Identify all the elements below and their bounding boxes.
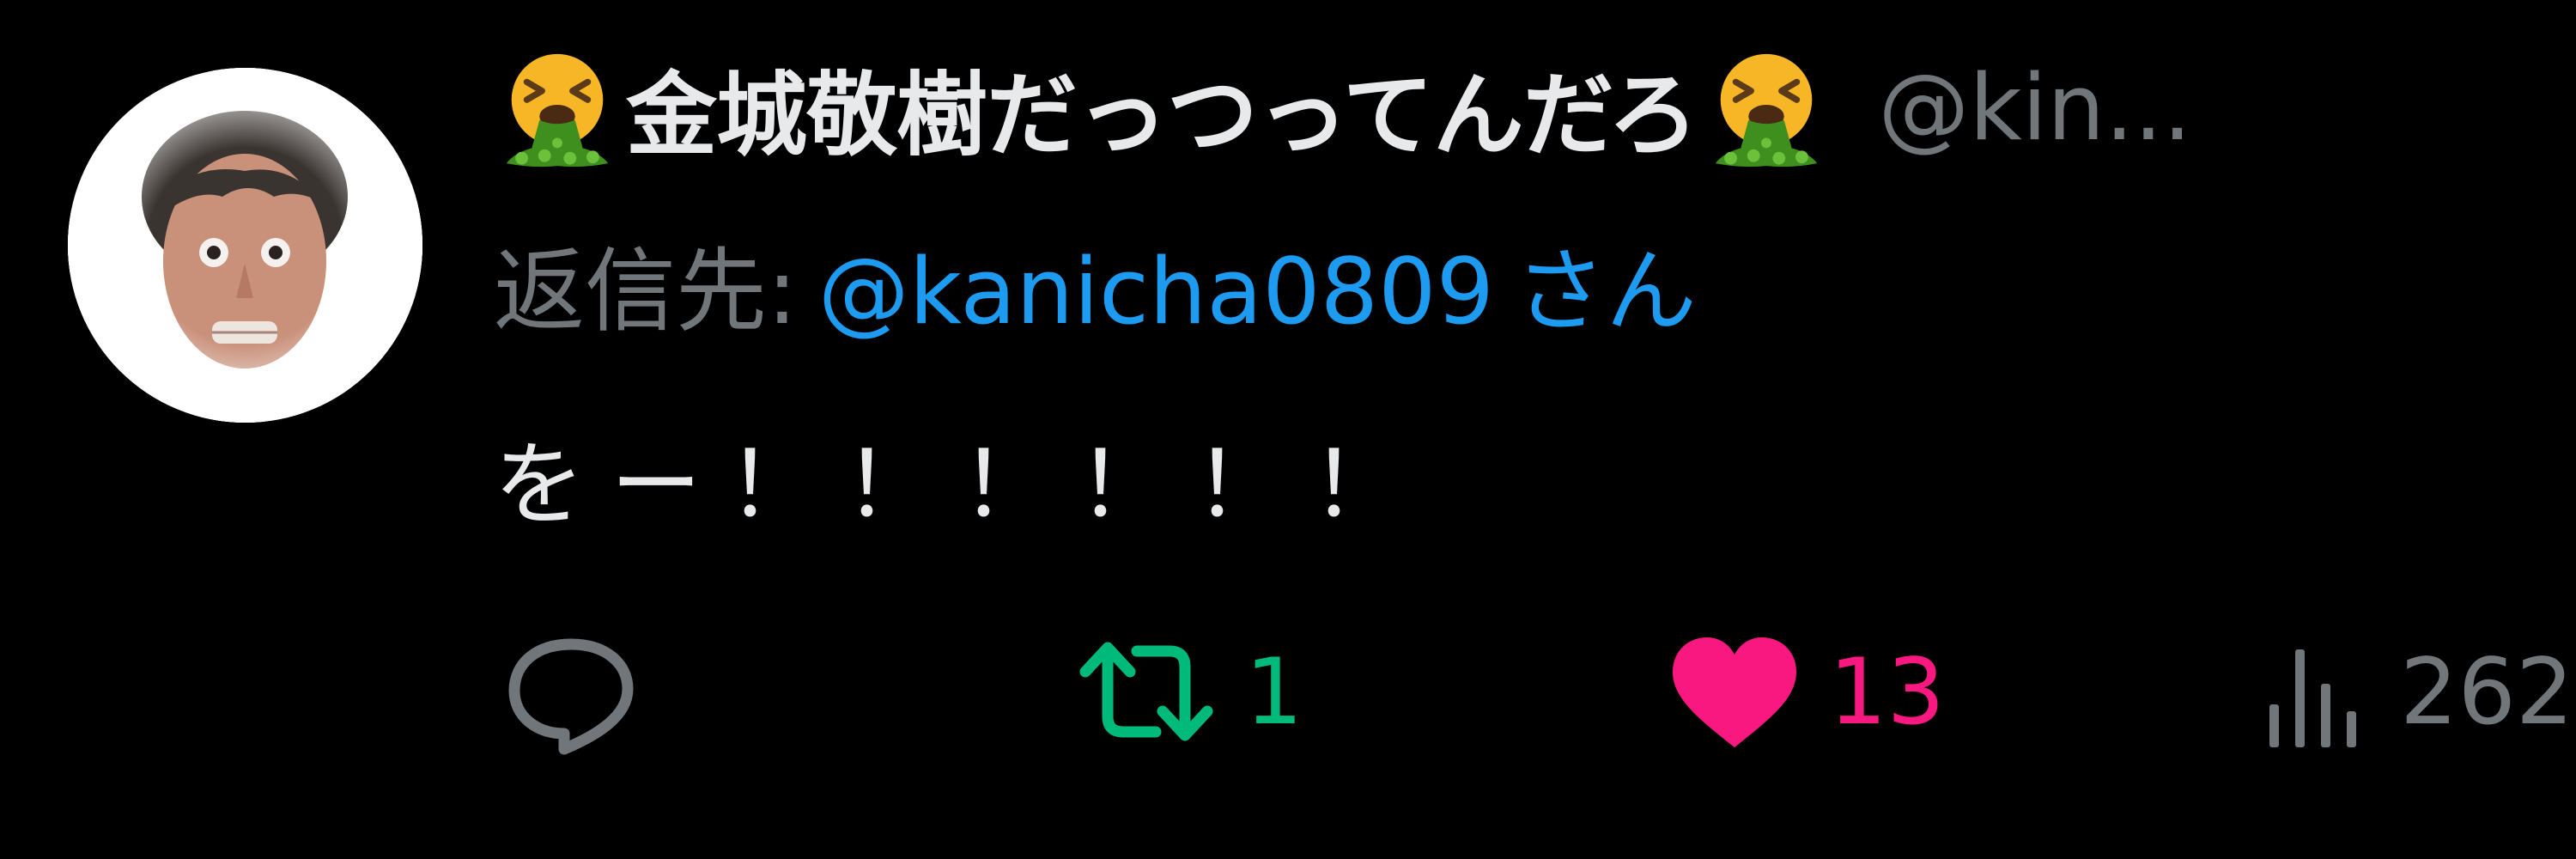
avatar[interactable] <box>68 68 422 423</box>
reply-button[interactable] <box>502 627 665 756</box>
like-button[interactable]: 13 <box>1666 627 1945 756</box>
face-vomiting-icon <box>1703 44 1830 171</box>
retweet-count: 1 <box>1245 638 1303 745</box>
user-handle[interactable]: @kin... <box>1878 55 2191 161</box>
views-count: 262 <box>2400 638 2574 745</box>
reply-suffix[interactable]: さん <box>1515 239 1697 344</box>
tweet-content: 金城敬樹だっつってんだろ @kin... 返信先: @kanicha0809 さ… <box>494 0 2576 859</box>
like-count: 13 <box>1829 638 1945 745</box>
views-button[interactable]: 262 <box>2254 627 2573 756</box>
retweet-icon <box>1079 642 1213 741</box>
reply-prefix: 返信先: <box>494 239 798 344</box>
tweet[interactable]: 金城敬樹だっつってんだろ @kin... 返信先: @kanicha0809 さ… <box>0 0 2576 859</box>
views-chart-icon <box>2269 649 2356 747</box>
tweet-header: 金城敬樹だっつってんだろ @kin... <box>494 34 2191 180</box>
reply-icon <box>508 638 634 755</box>
display-name[interactable]: 金城敬樹だっつってんだろ <box>626 41 1698 174</box>
retweet-button[interactable]: 1 <box>1073 627 1303 756</box>
reply-to-link[interactable]: @kanicha0809 <box>818 239 1494 344</box>
tweet-text: をー！！！！！！ <box>494 432 1428 538</box>
action-bar: 1 13 262 <box>494 627 2576 756</box>
face-vomiting-icon <box>494 44 621 171</box>
reply-context: 返信先: @kanicha0809 さん <box>494 232 1697 352</box>
heart-icon <box>1673 637 1796 747</box>
